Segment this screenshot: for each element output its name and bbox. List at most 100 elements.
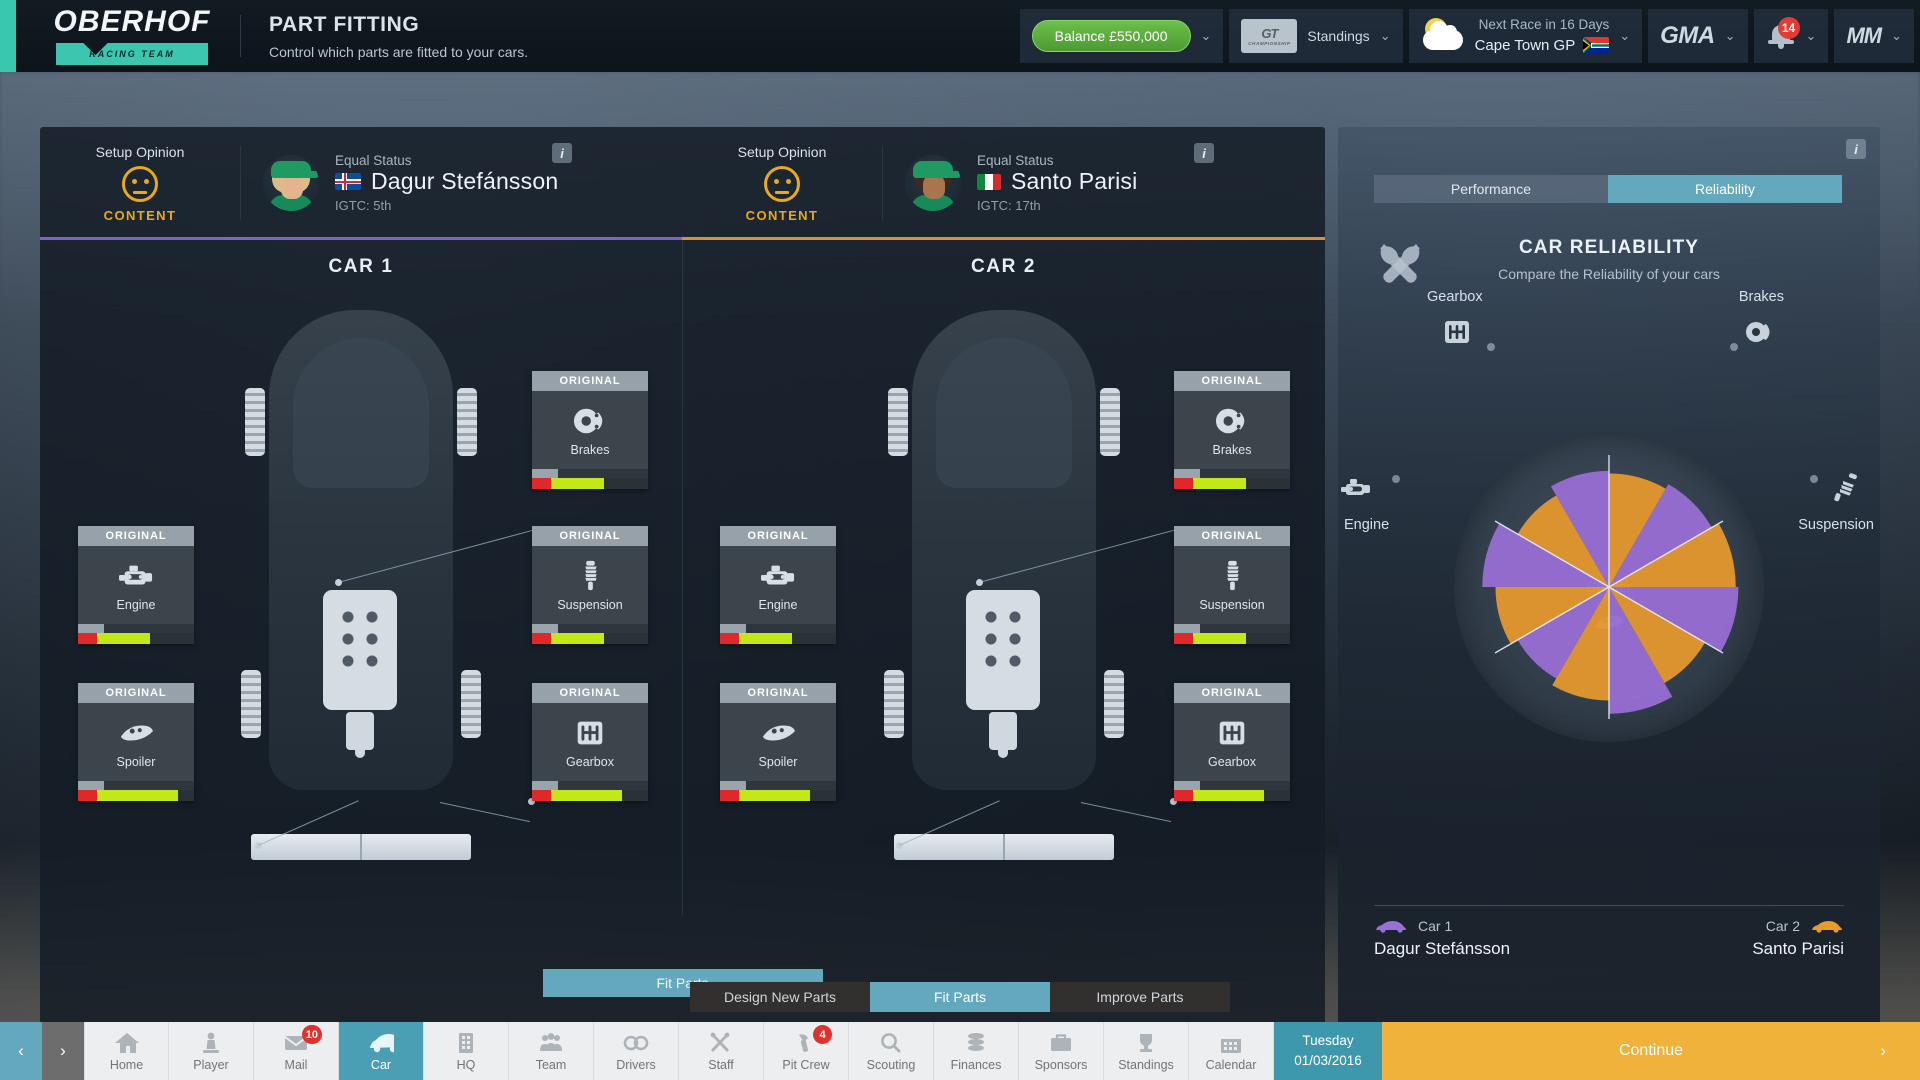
part-name: Engine xyxy=(116,598,156,612)
spoiler-icon xyxy=(116,715,156,751)
nav-item-label: Staff xyxy=(708,1057,734,1072)
nav-item-car[interactable]: Car xyxy=(339,1022,424,1080)
axis-dot xyxy=(1487,343,1495,351)
setup-opinion-2: Setup Opinion CONTENT xyxy=(682,144,882,223)
drivers-icon xyxy=(622,1031,650,1055)
part-card-suspension[interactable]: ORIGINAL Suspension xyxy=(532,526,648,644)
continue-label: Continue xyxy=(1618,1042,1684,1059)
info-icon[interactable]: i xyxy=(1846,139,1866,159)
nav-item-home[interactable]: Home xyxy=(84,1022,169,1080)
nav-item-mail[interactable]: 10 Mail xyxy=(254,1022,339,1080)
part-card-spoiler[interactable]: ORIGINAL Spoiler xyxy=(720,683,836,801)
driver-strip: Setup Opinion CONTENT Equal Status Dagur… xyxy=(40,127,1325,239)
continue-button[interactable]: Continue › xyxy=(1382,1022,1920,1080)
part-wear-bar xyxy=(720,790,836,801)
part-card-gearbox[interactable]: ORIGINAL Gearbox xyxy=(1174,683,1290,801)
date-display[interactable]: Tuesday 01/03/2016 xyxy=(1274,1022,1382,1080)
chevron-down-icon[interactable]: ⌄ xyxy=(1201,28,1212,44)
part-card-brakes[interactable]: ORIGINAL Brakes xyxy=(532,371,648,489)
subtab-improve-parts[interactable]: Improve Parts xyxy=(1050,982,1230,1012)
balance-widget[interactable]: Balance £550,000 ⌄ xyxy=(1019,9,1224,63)
nav-item-label: Drivers xyxy=(616,1057,656,1072)
part-name: Gearbox xyxy=(1208,755,1256,769)
car-diagram xyxy=(874,300,1134,860)
nav-item-sponsors[interactable]: Sponsors xyxy=(1019,1022,1104,1080)
part-quality: ORIGINAL xyxy=(1174,526,1290,546)
team-icon xyxy=(537,1031,565,1055)
part-condition-bar xyxy=(78,781,194,790)
gma-widget[interactable]: GMA ⌄ xyxy=(1648,9,1748,63)
part-wear-bar xyxy=(1174,790,1290,801)
part-card-gearbox[interactable]: ORIGINAL Gearbox xyxy=(532,683,648,801)
car-icon-orange xyxy=(1810,919,1844,933)
part-card-engine[interactable]: ORIGINAL Engine xyxy=(78,526,194,644)
part-card-brakes[interactable]: ORIGINAL Brakes xyxy=(1174,371,1290,489)
axis-label-gearbox: Gearbox xyxy=(1427,289,1483,305)
info-icon[interactable]: i xyxy=(552,143,572,163)
nav-next-button[interactable]: › xyxy=(42,1022,84,1080)
team-logo: OBERHOF RACING TEAM xyxy=(34,7,230,65)
subtab-fit-parts[interactable]: Fit Parts xyxy=(870,982,1050,1012)
part-wear-bar xyxy=(532,633,648,644)
standings-label: Standings xyxy=(1307,28,1370,44)
part-condition-bar xyxy=(532,781,648,790)
setup-opinion-label: Setup Opinion xyxy=(95,143,185,160)
driver-card-2[interactable]: Setup Opinion CONTENT Equal Status Santo… xyxy=(682,127,1324,239)
chevron-down-icon[interactable]: ⌄ xyxy=(1806,28,1817,44)
part-card-engine[interactable]: ORIGINAL Engine xyxy=(720,526,836,644)
nav-item-hq[interactable]: HQ xyxy=(424,1022,509,1080)
mm-widget[interactable]: MM ⌄ xyxy=(1834,9,1914,63)
chevron-down-icon[interactable]: ⌄ xyxy=(1891,28,1902,44)
car-title: CAR 1 xyxy=(328,256,394,277)
nav-item-label: Sponsors xyxy=(1034,1057,1088,1072)
suspension-icon xyxy=(1212,558,1252,594)
next-race-name: Cape Town GP xyxy=(1474,36,1576,54)
standings-icon xyxy=(1132,1031,1160,1055)
nav-item-player[interactable]: Player xyxy=(169,1022,254,1080)
tab-reliability[interactable]: Reliability xyxy=(1608,175,1842,203)
driver-card-1[interactable]: Setup Opinion CONTENT Equal Status Dagur… xyxy=(40,127,682,239)
nav-item-label: Scouting xyxy=(866,1057,916,1072)
standings-widget[interactable]: GT CHAMPIONSHIP Standings ⌄ xyxy=(1229,9,1403,63)
nav-item-label: Mail xyxy=(284,1057,308,1072)
chevron-down-icon[interactable]: ⌄ xyxy=(1619,28,1630,44)
nav-item-calendar[interactable]: Calendar xyxy=(1189,1022,1274,1080)
player-icon xyxy=(197,1031,225,1055)
nav-prev-button[interactable]: ‹ xyxy=(0,1022,42,1080)
axis-label-engine: Engine xyxy=(1344,517,1390,533)
gearbox-icon xyxy=(570,715,610,751)
part-card-spoiler[interactable]: ORIGINAL Spoiler xyxy=(78,683,194,801)
nav-item-finances[interactable]: Finances xyxy=(934,1022,1019,1080)
nav-item-drivers[interactable]: Drivers xyxy=(594,1022,679,1080)
chevron-down-icon[interactable]: ⌄ xyxy=(1380,28,1391,44)
italy-flag-icon xyxy=(977,173,1001,190)
part-quality: ORIGINAL xyxy=(532,371,648,391)
part-card-suspension[interactable]: ORIGINAL Suspension xyxy=(1174,526,1290,644)
setup-opinion-1: Setup Opinion CONTENT xyxy=(40,144,240,223)
car-1-column: CAR 1 ORIGINAL Brakes ORIGINAL Engine OR… xyxy=(40,240,682,915)
nav-item-staff[interactable]: Staff xyxy=(679,1022,764,1080)
hq-icon xyxy=(452,1031,480,1055)
notifications-widget[interactable]: 14 ⌄ xyxy=(1753,9,1829,63)
part-name: Suspension xyxy=(1199,598,1265,612)
info-icon[interactable]: i xyxy=(1194,143,1214,163)
radar-wedges xyxy=(1482,455,1739,719)
page-title: PART FITTING xyxy=(269,12,420,36)
performance-reliability-toggle: Performance Reliability xyxy=(1374,175,1842,203)
subtab-design-new-parts[interactable]: Design New Parts xyxy=(690,982,870,1012)
part-name: Brakes xyxy=(1212,443,1252,457)
next-race-widget[interactable]: Next Race in 16 Days Cape Town GP ⌄ xyxy=(1408,9,1643,63)
nav-item-pit-crew[interactable]: 4 Pit Crew xyxy=(764,1022,849,1080)
nav-badge: 4 xyxy=(813,1025,832,1044)
notification-badge: 14 xyxy=(1777,17,1800,39)
legend-car2-driver: Santo Parisi xyxy=(1752,939,1844,958)
team-name: OBERHOF xyxy=(53,5,211,38)
nav-item-standings[interactable]: Standings xyxy=(1104,1022,1189,1080)
weather-sun-cloud-icon xyxy=(1421,18,1465,54)
nav-item-team[interactable]: Team xyxy=(509,1022,594,1080)
part-wear-bar xyxy=(1174,633,1290,644)
chevron-down-icon[interactable]: ⌄ xyxy=(1725,28,1736,44)
setup-opinion-state: CONTENT xyxy=(103,207,177,223)
tab-performance[interactable]: Performance xyxy=(1374,175,1608,203)
nav-item-scouting[interactable]: Scouting xyxy=(849,1022,934,1080)
